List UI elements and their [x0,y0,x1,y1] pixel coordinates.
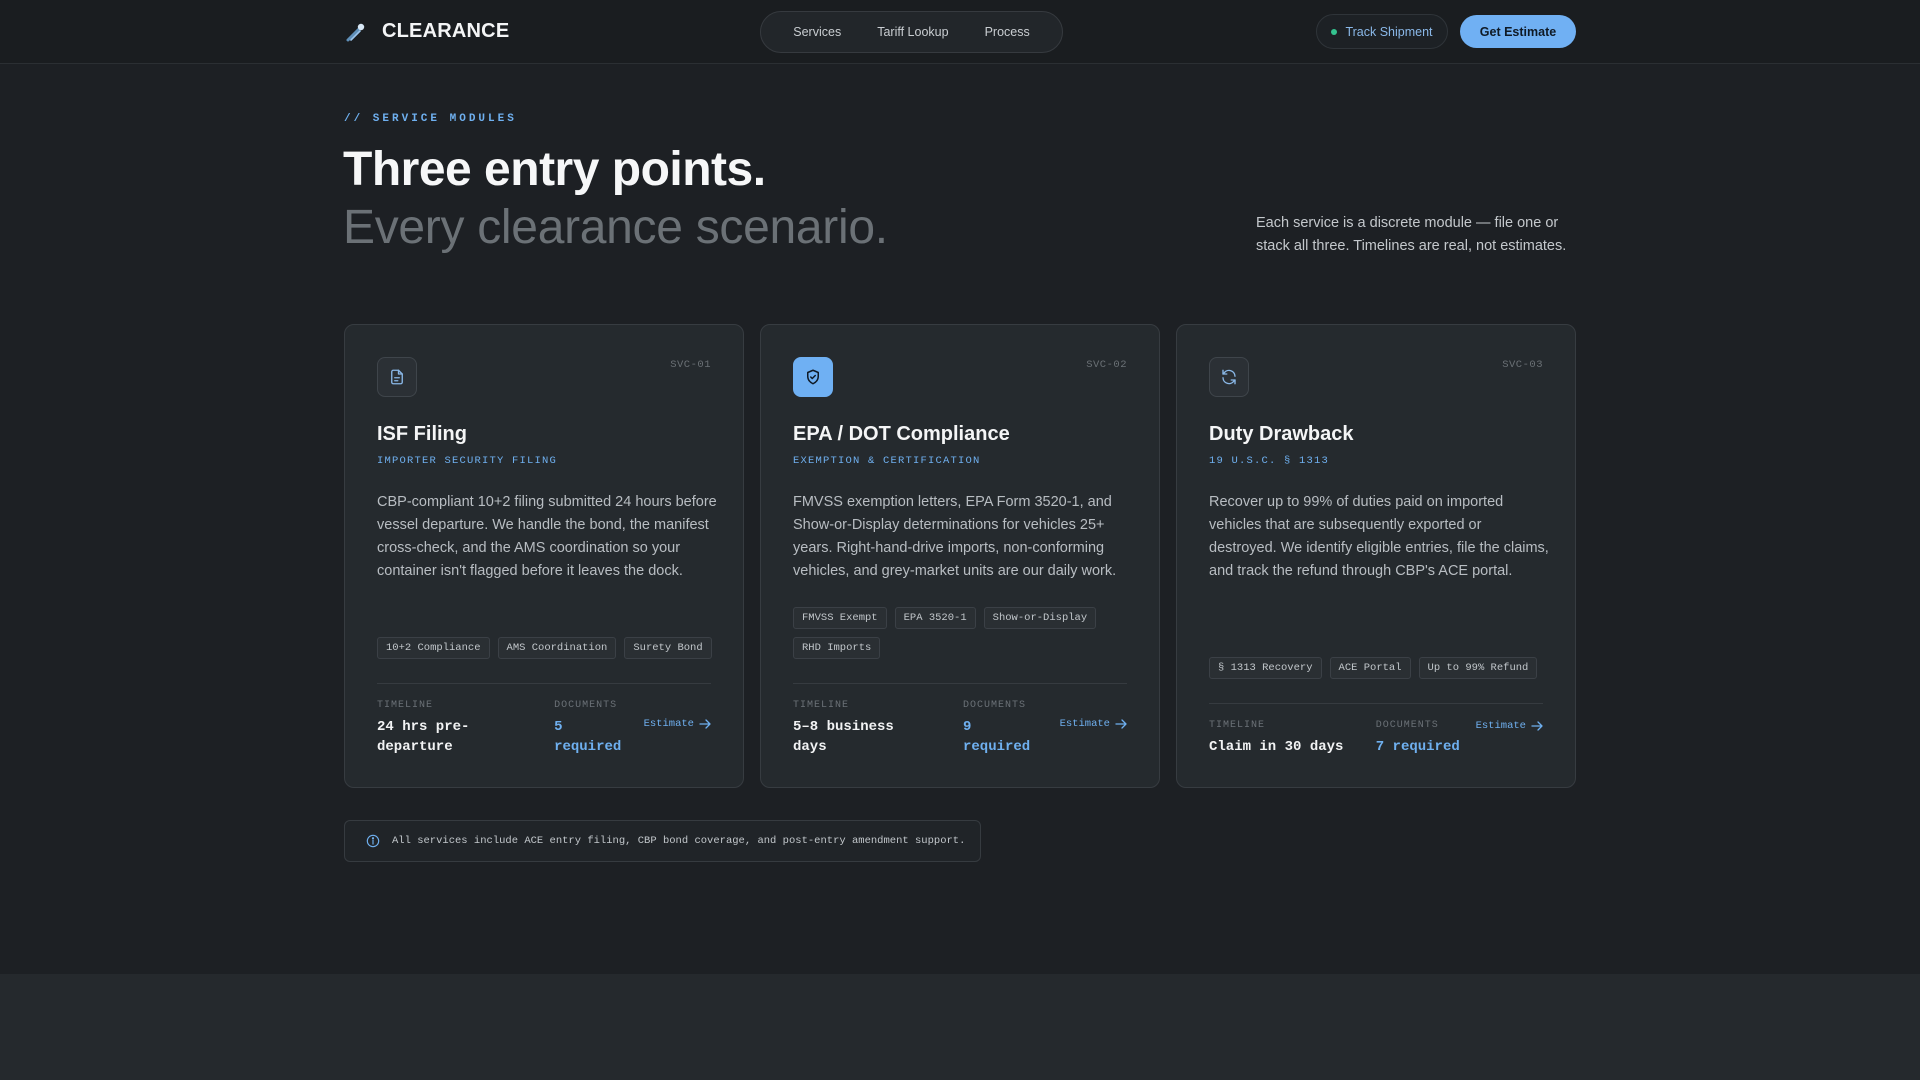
refresh-icon [1209,357,1249,397]
timeline-value: 5–8 business days [793,719,894,755]
documents-value: 9 required [963,719,1031,755]
tag: RHD Imports [793,637,881,659]
card-description: FMVSS exemption letters, EPA Form 3520-1… [793,494,1117,579]
service-code: SVC-03 [1502,359,1543,371]
nav-process[interactable]: Process [971,19,1044,45]
service-card-duty-drawback: SVC-03 Duty Drawback 19 U.S.C. § 1313 Re… [1176,324,1576,788]
tag-list: FMVSS Exempt EPA 3520-1 Show-or-Display … [793,607,1133,659]
tag: FMVSS Exempt [793,607,887,629]
track-shipment-button[interactable]: Track Shipment [1316,14,1448,49]
card-meta: TIMELINE 24 hrs pre-departure DOCUMENTS … [377,700,711,757]
timeline-value: 24 hrs pre-departure [377,719,470,755]
timeline-label: TIMELINE [377,700,434,711]
footer-band [0,974,1920,1080]
nav-services[interactable]: Services [779,19,855,45]
card-description: Recover up to 99% of duties paid on impo… [1209,494,1549,579]
main-nav: Services Tariff Lookup Process [760,11,1063,53]
documents-value: 5 required [554,719,622,755]
card-title: Duty Drawback [1209,423,1354,445]
brand[interactable]: CLEARANCE [344,18,509,44]
documents-label: DOCUMENTS [1375,720,1439,731]
tag: ACE Portal [1329,657,1411,679]
estimate-link[interactable]: Estimate [1476,720,1543,732]
documents-label: DOCUMENTS [554,700,618,711]
card-meta: TIMELINE Claim in 30 days DOCUMENTS 7 re… [1209,720,1543,757]
tag: 10+2 Compliance [377,637,490,659]
page-title: Three entry points. [343,143,766,196]
documents-label: DOCUMENTS [963,700,1027,711]
document-icon [377,357,417,397]
card-subtitle: 19 U.S.C. § 1313 [1209,455,1330,467]
card-subtitle: IMPORTER SECURITY FILING [377,455,558,467]
estimate-link[interactable]: Estimate [644,718,711,730]
card-title: ISF Filing [377,423,467,445]
site-header: CLEARANCE Services Tariff Lookup Process… [0,0,1920,64]
arrow-right-icon [699,719,711,729]
services-note: All services include ACE entry filing, C… [344,820,981,862]
get-estimate-button[interactable]: Get Estimate [1460,15,1576,48]
estimate-link-label: Estimate [1475,720,1526,732]
nav-tariff-lookup[interactable]: Tariff Lookup [863,19,962,45]
tag: Up to 99% Refund [1418,657,1538,679]
card-subtitle: EXEMPTION & CERTIFICATION [793,455,981,467]
card-meta: TIMELINE 5–8 business days DOCUMENTS 9 r… [793,700,1127,757]
divider [377,683,711,684]
tag: Show-or-Display [983,607,1097,629]
service-card-isf: SVC-01 ISF Filing IMPORTER SECURITY FILI… [344,324,744,788]
estimate-link-label: Estimate [643,718,694,730]
tag-list: 10+2 Compliance AMS Coordination Surety … [377,637,717,659]
timeline-value: Claim in 30 days [1209,739,1344,755]
estimate-link-label: Estimate [1059,718,1110,730]
tag: § 1313 Recovery [1209,657,1322,679]
shield-check-icon [793,357,833,397]
service-code: SVC-01 [670,359,711,371]
section-lead: Each service is a discrete module — file… [1256,215,1567,254]
note-text: All services include ACE entry filing, C… [392,835,966,847]
timeline-label: TIMELINE [1209,720,1266,731]
brand-name: CLEARANCE [382,19,510,42]
arrow-right-icon [1531,721,1543,731]
card-description: CBP-compliant 10+2 filing submitted 24 h… [377,494,717,579]
estimate-link[interactable]: Estimate [1060,718,1127,730]
track-shipment-label: Track Shipment [1345,24,1433,39]
timeline-label: TIMELINE [793,700,850,711]
tag: Surety Bond [624,637,712,659]
divider [1209,703,1543,704]
service-code: SVC-02 [1086,359,1127,371]
tag-list: § 1313 Recovery ACE Portal Up to 99% Ref… [1209,657,1549,679]
info-icon [366,834,380,848]
arrow-right-icon [1115,719,1127,729]
divider [793,683,1127,684]
status-dot-icon [1331,28,1338,35]
card-title: EPA / DOT Compliance [793,423,1010,445]
service-card-epa-dot: SVC-02 EPA / DOT Compliance EXEMPTION & … [760,324,1160,788]
comet-logo-icon [344,18,370,44]
tag: EPA 3520-1 [894,607,976,629]
documents-value: 7 required [1375,739,1460,755]
page-subtitle: Every clearance scenario. [343,201,888,254]
section-eyebrow: // SERVICE MODULES [344,113,517,125]
tag: AMS Coordination [497,637,617,659]
